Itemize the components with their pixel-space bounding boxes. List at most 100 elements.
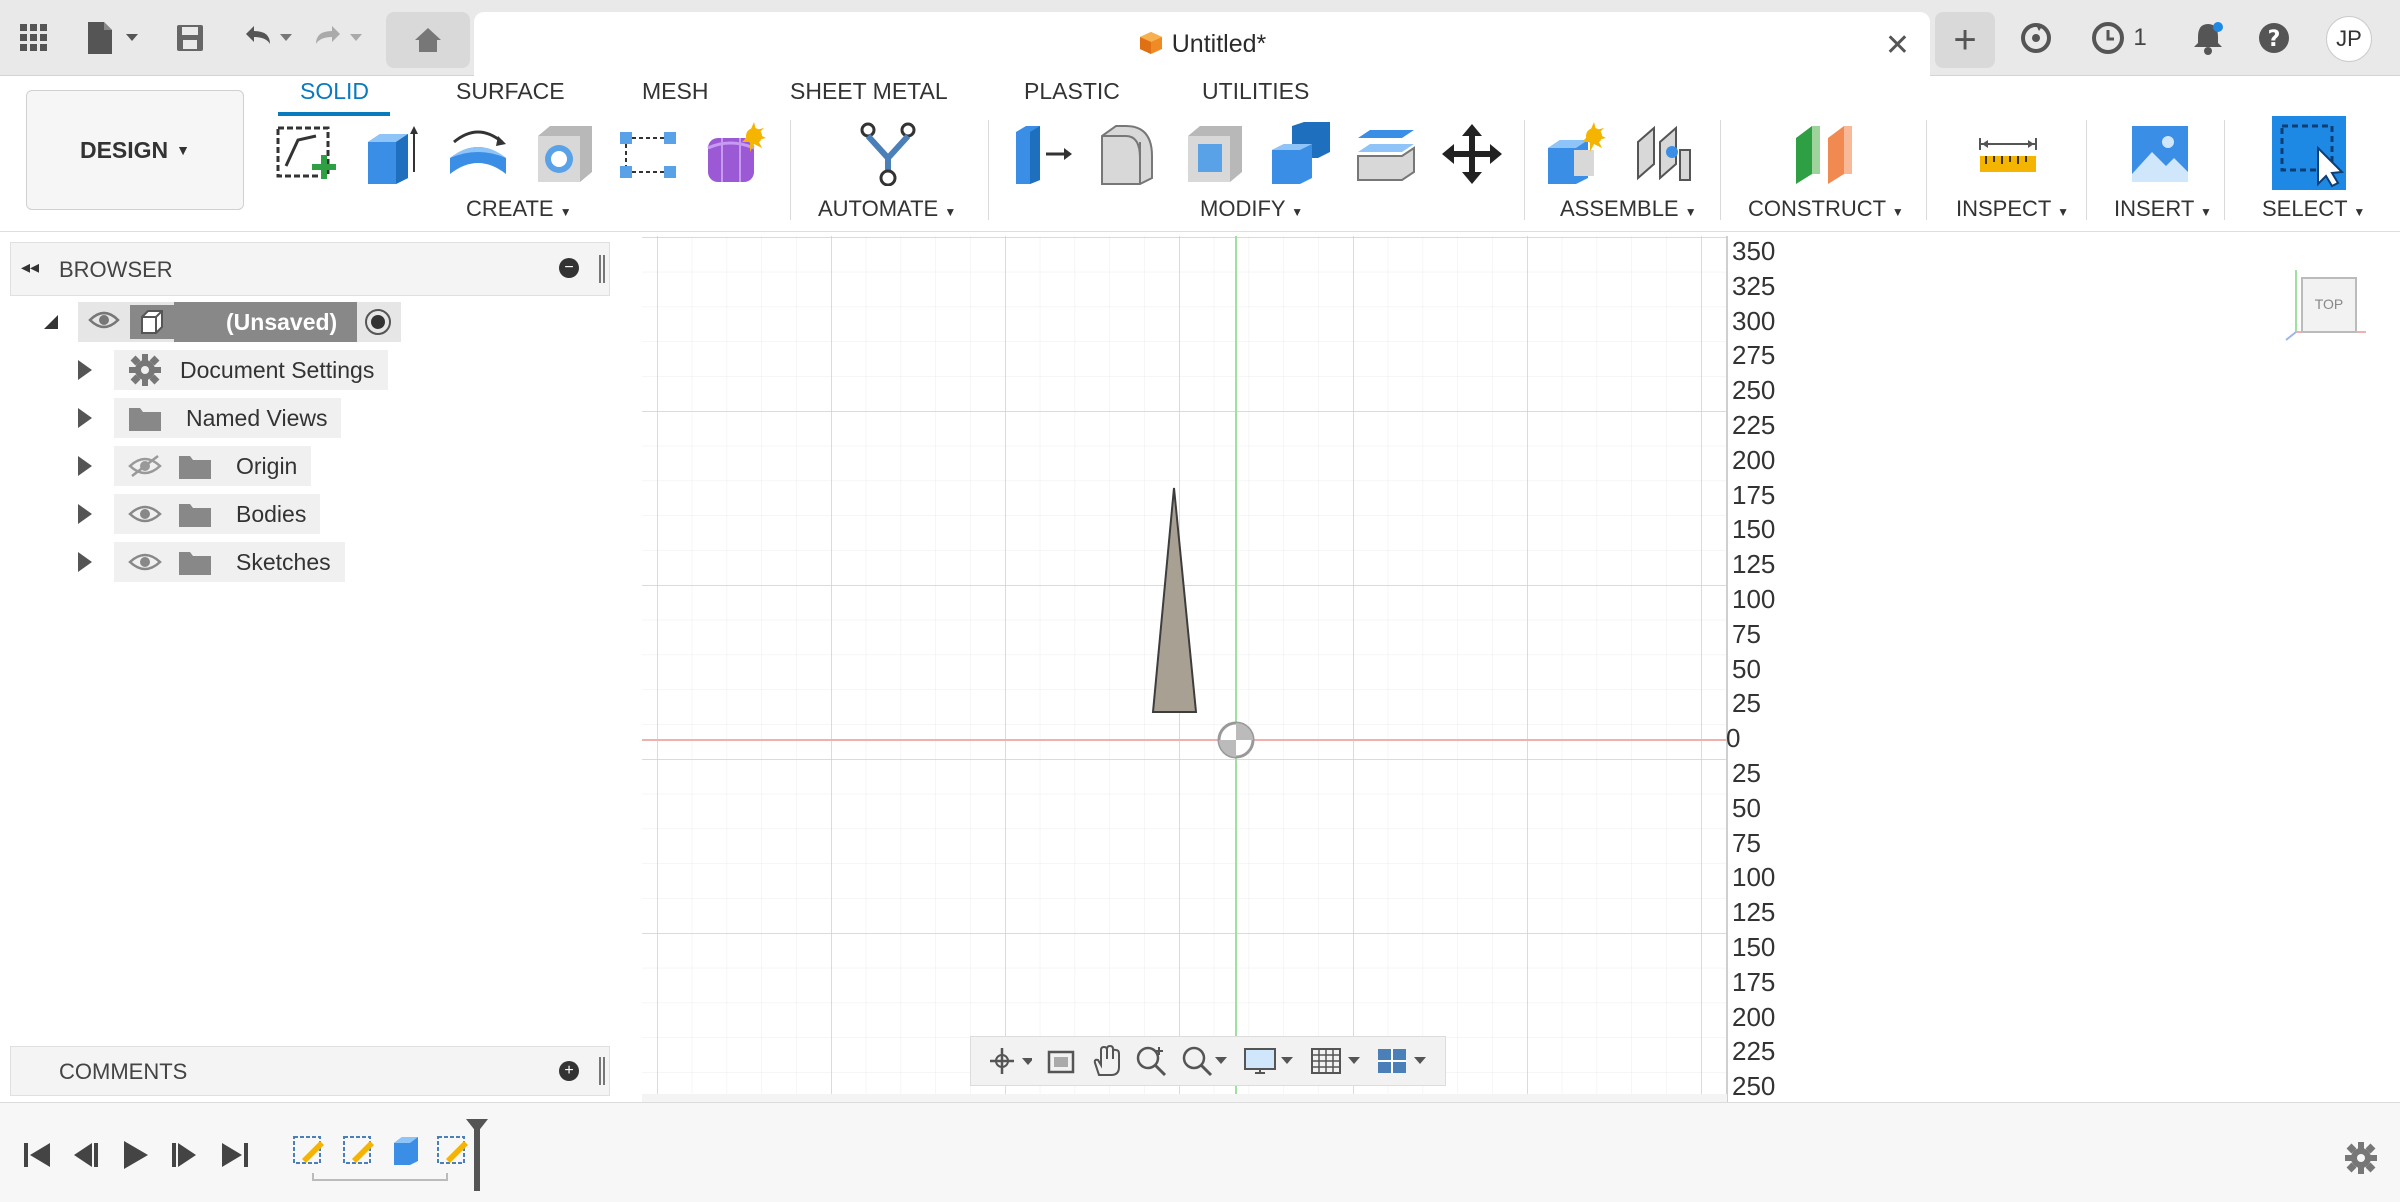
go-to-start-icon[interactable] [22, 1141, 52, 1174]
create-menu[interactable]: CREATE ▼ [466, 196, 572, 222]
tree-item-named-views[interactable]: Named Views [78, 398, 342, 438]
select-menu[interactable]: SELECT ▼ [2262, 196, 2365, 222]
zoom-icon[interactable] [1135, 1045, 1167, 1077]
step-forward-icon[interactable] [170, 1141, 200, 1174]
step-back-icon[interactable] [70, 1141, 100, 1174]
undo-icon[interactable] [240, 16, 300, 60]
joint-icon[interactable] [1630, 120, 1698, 188]
offset-plane-icon[interactable] [1790, 120, 1858, 188]
viewport-canvas[interactable]: 350 325 300 275 250 225 200 175 150 125 … [642, 236, 2400, 1102]
fit-zoom-icon[interactable] [1181, 1045, 1229, 1077]
timeline-sketch-icon[interactable] [436, 1133, 470, 1172]
folder-icon [178, 548, 212, 576]
play-icon[interactable] [120, 1139, 150, 1176]
help-icon[interactable]: ? [2254, 16, 2294, 60]
file-menu-icon[interactable] [82, 16, 142, 60]
timeline-sketch-icon[interactable] [342, 1133, 376, 1172]
tree-item-bodies[interactable]: Bodies [78, 494, 321, 534]
save-icon[interactable] [170, 16, 210, 60]
eye-hidden-icon[interactable] [128, 454, 162, 478]
move-copy-icon[interactable] [1438, 120, 1506, 188]
timeline-extrude-icon[interactable] [390, 1133, 424, 1172]
expand-arrow-icon[interactable] [78, 456, 92, 476]
expand-arrow-icon[interactable] [78, 504, 92, 524]
home-tab[interactable] [386, 12, 470, 68]
expand-arrow-icon[interactable] [78, 552, 92, 572]
eye-icon[interactable] [128, 550, 162, 574]
sync-icon[interactable] [2014, 16, 2058, 60]
go-to-end-icon[interactable] [220, 1141, 250, 1174]
pan-hand-icon[interactable] [1091, 1045, 1121, 1077]
activate-radio-icon[interactable] [365, 309, 392, 335]
insert-menu[interactable]: INSERT ▼ [2114, 196, 2212, 222]
minus-circle-icon[interactable]: − [559, 258, 579, 278]
automate-icon[interactable] [854, 120, 922, 188]
new-tab-button[interactable]: + [1935, 12, 1995, 68]
display-settings-icon[interactable] [1243, 1045, 1295, 1077]
tree-item-label: Origin [236, 452, 298, 479]
eye-icon[interactable] [88, 309, 120, 336]
tree-item-origin[interactable]: Origin [78, 446, 312, 486]
combine-icon[interactable] [1266, 120, 1334, 188]
tab-plastic[interactable]: PLASTIC [1024, 78, 1120, 105]
tree-item-document-settings[interactable]: Document Settings [78, 350, 389, 390]
ruler-label: 125 [1732, 897, 1776, 927]
insert-image-icon[interactable] [2126, 120, 2194, 188]
tree-root[interactable]: (Unsaved) [44, 302, 402, 342]
inspect-menu[interactable]: INSPECT ▼ [1956, 196, 2069, 222]
tab-surface[interactable]: SURFACE [456, 78, 565, 105]
close-tab-icon[interactable]: ✕ [1885, 28, 1910, 63]
automate-menu[interactable]: AUTOMATE ▼ [818, 196, 956, 222]
workspace-switcher[interactable]: DESIGN ▼ [26, 90, 244, 210]
panel-grip-icon[interactable] [599, 1057, 605, 1085]
eye-icon[interactable] [128, 502, 162, 526]
ruler-label: 200 [1732, 1002, 1776, 1032]
create-sketch-icon[interactable] [272, 120, 340, 188]
viewports-icon[interactable] [1376, 1045, 1428, 1077]
notifications-bell-icon[interactable] [2188, 16, 2228, 60]
orbit-icon[interactable] [988, 1046, 1033, 1076]
revolve-icon[interactable] [444, 120, 512, 188]
timeline-sketch-icon[interactable] [292, 1133, 326, 1172]
tab-utilities[interactable]: UTILITIES [1202, 78, 1309, 105]
job-status-button[interactable]: 1 [2084, 16, 2154, 60]
timeline-settings-gear-icon[interactable] [2344, 1141, 2378, 1180]
app-grid-icon[interactable] [14, 16, 54, 60]
timeline-bar [0, 1102, 2400, 1202]
pattern-icon[interactable] [614, 120, 682, 188]
grid-settings-icon[interactable] [1310, 1045, 1362, 1077]
modify-menu[interactable]: MODIFY ▼ [1200, 196, 1303, 222]
user-avatar[interactable]: JP [2326, 16, 2372, 62]
add-comment-icon[interactable]: + [559, 1061, 579, 1081]
press-pull-icon[interactable] [1008, 120, 1076, 188]
expand-triangle-icon[interactable] [44, 315, 58, 329]
expand-arrow-icon[interactable] [78, 408, 92, 428]
view-cube[interactable]: TOP [2282, 266, 2372, 346]
collapse-panel-icon[interactable]: ◂◂ [21, 257, 39, 278]
document-title-wrap: Untitled* [474, 30, 1930, 63]
shell-icon[interactable] [1180, 120, 1248, 188]
svg-text:?: ? [2268, 27, 2281, 52]
tab-mesh[interactable]: MESH [642, 78, 708, 105]
select-icon[interactable] [2272, 116, 2346, 190]
timeline-marker[interactable] [466, 1119, 488, 1191]
offset-face-icon[interactable] [1352, 120, 1420, 188]
create-form-icon[interactable] [700, 120, 768, 188]
tab-sheet-metal[interactable]: SHEET METAL [790, 78, 948, 105]
measure-icon[interactable] [1974, 120, 2042, 188]
document-tab[interactable]: Untitled* ✕ [474, 12, 1930, 76]
tree-item-sketches[interactable]: Sketches [78, 542, 345, 582]
new-component-icon[interactable] [1544, 120, 1612, 188]
panel-grip-icon[interactable] [599, 255, 605, 283]
hole-icon[interactable] [530, 120, 598, 188]
ruler-label: 25 [1732, 758, 1761, 788]
construct-menu[interactable]: CONSTRUCT ▼ [1748, 196, 1904, 222]
redo-icon[interactable] [310, 16, 370, 60]
divider [2086, 120, 2087, 220]
look-at-icon[interactable] [1046, 1046, 1076, 1076]
expand-arrow-icon[interactable] [78, 360, 92, 380]
assemble-menu[interactable]: ASSEMBLE ▼ [1560, 196, 1697, 222]
fillet-icon[interactable] [1094, 120, 1162, 188]
extrude-icon[interactable] [358, 120, 426, 188]
tab-solid[interactable]: SOLID [300, 78, 369, 105]
